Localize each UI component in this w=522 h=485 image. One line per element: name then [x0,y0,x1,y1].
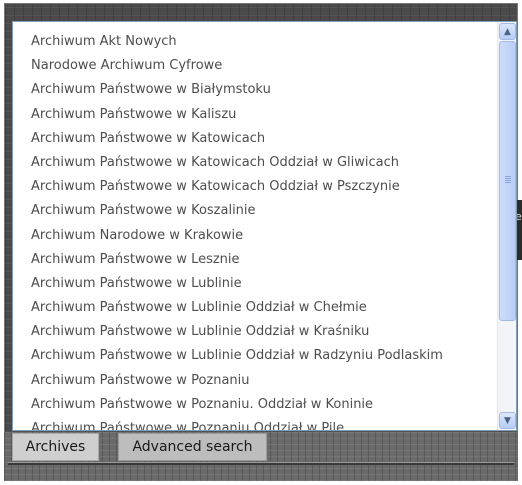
dropdown-option[interactable]: Archiwum Akt Nowych [13,30,497,54]
dropdown-option[interactable]: Archiwum Państwowe w Koszalinie [13,199,497,223]
dropdown-option[interactable]: Archiwum Państwowe w Poznaniu Oddział w … [13,417,497,430]
dropdown-option[interactable]: Archiwum Państwowe w Katowicach [13,127,497,151]
scroll-up-button[interactable]: ▲ [499,23,516,40]
tab-underline-divider [8,462,514,465]
tab-advanced-search[interactable]: Advanced search [118,433,267,461]
dropdown-option[interactable]: Archiwum Narodowe w Krakowie [13,224,497,248]
grip-icon [505,175,511,183]
dropdown-option[interactable]: Archiwum Państwowe w Lesznie [13,248,497,272]
tab-archives[interactable]: Archives [12,433,99,461]
chevron-up-icon: ▲ [504,26,511,37]
dropdown-option[interactable]: Archiwum Państwowe w Kaliszu [13,103,497,127]
scrollbar-thumb[interactable] [499,41,516,321]
chevron-down-icon: ▼ [504,415,511,426]
scroll-down-button[interactable]: ▼ [499,412,516,429]
dropdown-option[interactable]: Archiwum Państwowe w Lublinie Oddział w … [13,320,497,344]
archive-options-list: Archiwum Akt Nowych Narodowe Archiwum Cyf… [13,22,497,430]
dropdown-option[interactable]: Archiwum Państwowe w Katowicach Oddział … [13,175,497,199]
dropdown-option[interactable]: Archiwum Państwowe w Lublinie Oddział w … [13,344,497,368]
dropdown-option[interactable]: Archiwum Państwowe w Lublinie Oddział w … [13,296,497,320]
dropdown-option[interactable]: Archiwum Państwowe w Poznaniu. Oddział w… [13,393,497,417]
dropdown-option[interactable]: Archiwum Państwowe w Białymstoku [13,78,497,102]
dropdown-option[interactable]: Narodowe Archiwum Cyfrowe [13,54,497,78]
dropdown-option[interactable]: Archiwum Państwowe w Lublinie [13,272,497,296]
vertical-scrollbar[interactable]: ▲ ▼ [497,22,516,430]
archive-dropdown-list[interactable]: Archiwum Akt Nowych Narodowe Archiwum Cyf… [12,21,517,431]
dropdown-option[interactable]: Archiwum Państwowe w Poznaniu [13,369,497,393]
dropdown-option[interactable]: Archiwum Państwowe w Katowicach Oddział … [13,151,497,175]
